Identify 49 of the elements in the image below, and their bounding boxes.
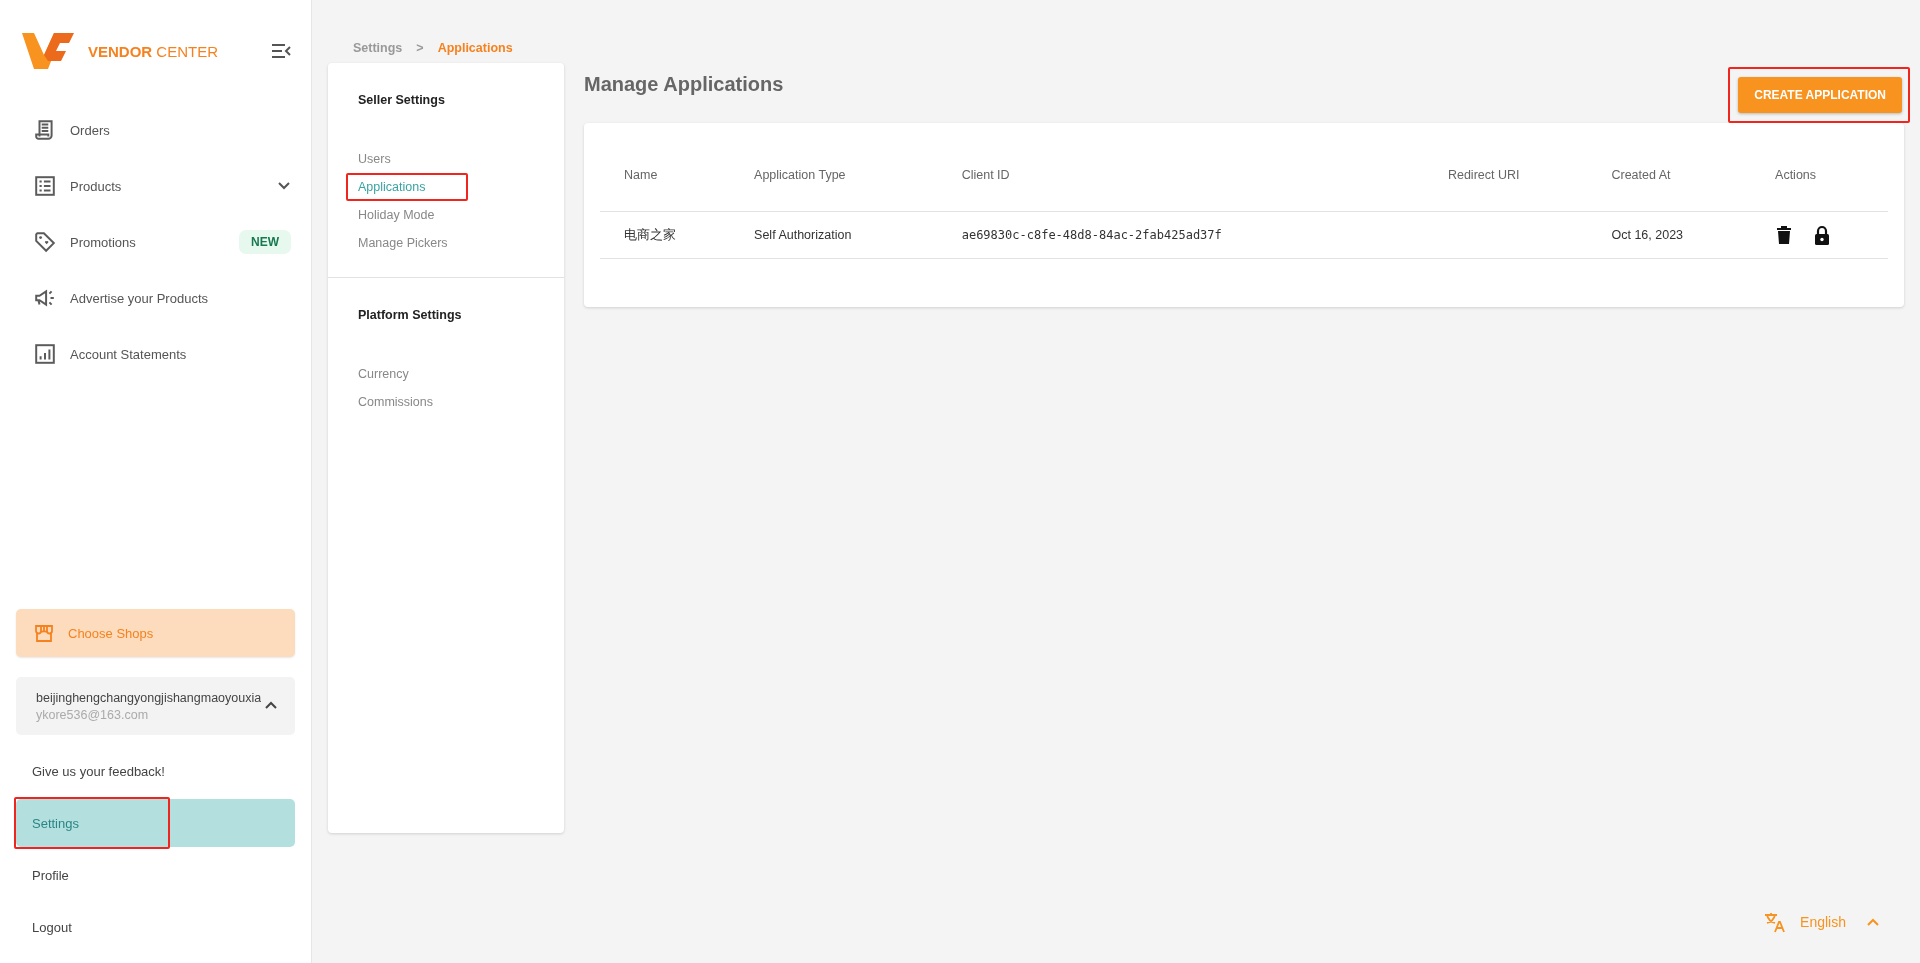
column-header: Application Type	[730, 139, 938, 212]
logo-icon	[22, 33, 74, 69]
breadcrumb-item[interactable]: Settings	[353, 41, 403, 57]
language-selector[interactable]: English	[1800, 914, 1846, 930]
table-cell: ae69830c-c8fe-48d8-84ac-2fab425ad37f	[937, 211, 1424, 259]
sidebar-link[interactable]: Give us your feedback!	[16, 747, 295, 795]
breadcrumb-separator: >	[416, 41, 424, 57]
receipt-icon	[34, 119, 56, 141]
table-cell: Oct 16, 2023	[1587, 211, 1752, 259]
create-application-button[interactable]: CREATE APPLICATION	[1738, 77, 1902, 113]
section-title: Seller Settings	[358, 93, 446, 107]
settings-menu-item[interactable]: Users	[358, 145, 391, 173]
nav-item[interactable]: Advertise your Products	[0, 270, 311, 326]
breadcrumb-item[interactable]: Applications	[437, 41, 513, 57]
section-title: Platform Settings	[358, 308, 463, 322]
settings-menu-item[interactable]: Applications	[358, 173, 426, 201]
choose-shops-button[interactable]: Choose Shops	[16, 609, 295, 657]
column-header: Created At	[1587, 139, 1752, 212]
tag-icon	[34, 231, 56, 253]
delete-icon[interactable]	[1775, 225, 1794, 245]
sidebar-link[interactable]: Profile	[16, 851, 295, 899]
brand-name: VENDOR CENTER	[88, 42, 219, 60]
list-icon	[34, 175, 56, 197]
column-header: Client ID	[937, 139, 1424, 212]
account-card[interactable]: beijinghengchangyongjishangmaoyouxia ykore536@163.com	[16, 677, 295, 735]
table-cell: Self Authorization	[730, 211, 938, 259]
table-cell: 电商之家	[600, 211, 731, 259]
settings-menu-item[interactable]: Commissions	[358, 388, 433, 416]
column-header: Name	[600, 139, 731, 212]
lock-icon[interactable]	[1813, 225, 1832, 245]
new-badge: NEW	[239, 230, 291, 254]
account-email: ykore536@163.com	[36, 707, 150, 722]
sidebar-link[interactable]: Settings	[16, 799, 295, 847]
sidebar-link[interactable]: Logout	[16, 903, 295, 951]
account-name: beijinghengchangyongjishangmaoyouxia	[36, 690, 262, 705]
shop-icon	[34, 623, 54, 643]
column-header: Actions	[1751, 139, 1888, 212]
chart-icon	[34, 343, 56, 365]
megaphone-icon	[34, 287, 56, 309]
settings-menu-item[interactable]: Manage Pickers	[358, 229, 448, 257]
settings-menu-item[interactable]: Holiday Mode	[358, 201, 435, 229]
menu-collapse-icon[interactable]	[271, 43, 291, 59]
column-header: Redirect URI	[1423, 139, 1588, 212]
settings-menu-item[interactable]: Currency	[358, 360, 409, 388]
page-title: Manage Applications	[584, 73, 784, 96]
nav-item[interactable]: Promotions NEW	[0, 214, 311, 270]
nav-item[interactable]: Products	[0, 158, 311, 214]
nav-item[interactable]: Account Statements	[0, 326, 311, 382]
nav-item[interactable]: Orders	[0, 102, 311, 158]
